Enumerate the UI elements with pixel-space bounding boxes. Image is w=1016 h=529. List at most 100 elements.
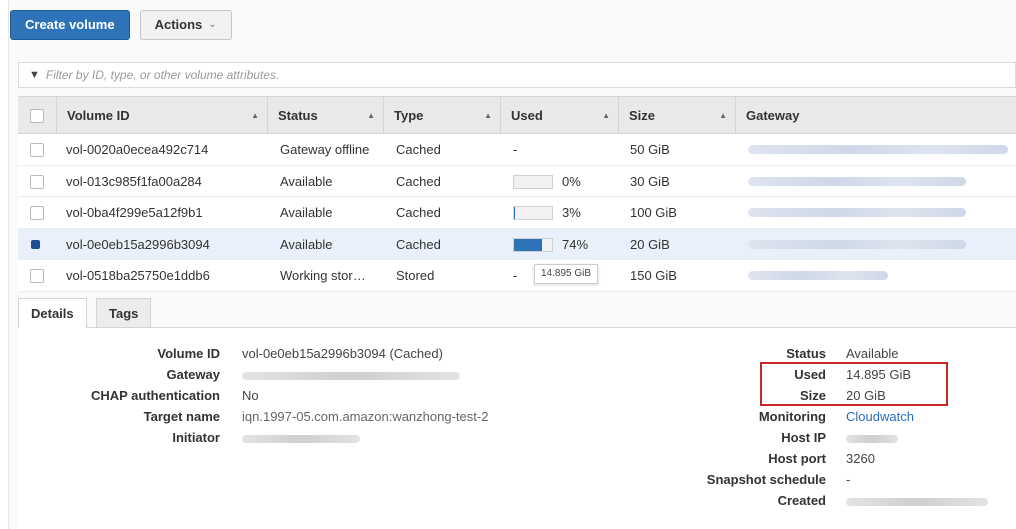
volume-type: Cached [396,142,441,157]
sort-icon: ▲ [719,111,727,120]
status-value: Available [846,346,899,361]
used-progress-bar [513,237,553,252]
col-status[interactable]: Status ▲ [267,97,383,135]
volume-id: vol-0e0eb15a2996b3094 [66,236,210,252]
volume-id: vol-0ba4f299e5a12f9b1 [66,205,203,220]
volume-type: Stored [396,268,435,283]
cloudwatch-link[interactable]: Cloudwatch [846,409,914,424]
used-tooltip: 14.895 GiB [534,264,599,284]
volume-size: 150 GiB [630,268,677,283]
sort-icon: ▲ [367,111,375,120]
table-row[interactable]: vol-013c985f1fa00a284 Available Cached 0… [18,165,1016,197]
select-all-checkbox[interactable] [30,109,44,123]
volume-status: Gateway offline [280,142,370,157]
used-text: - [513,268,518,283]
volume-type: Cached [396,173,441,189]
created-label: Created [777,493,826,508]
gateway-redacted [748,271,888,280]
col-type-label: Type [394,108,424,123]
chevron-down-icon: ⌄ [208,19,217,30]
row-checkbox[interactable] [30,206,44,220]
sort-icon: ▲ [484,111,492,120]
used-text: - [513,142,518,157]
details-panel: Volume ID vol-0e0eb15a2996b3094 (Cached)… [18,328,1016,529]
created-redacted [846,498,988,506]
filter-placeholder: Filter by ID, type, or other volume attr… [45,68,280,82]
col-volume-id[interactable]: Volume ID ▲ [56,97,267,135]
col-volume-id-label: Volume ID [67,108,130,123]
row-checkbox[interactable] [30,269,44,283]
col-used-label: Used [511,108,543,123]
volume-id: vol-013c985f1fa00a284 [66,173,202,189]
target-name-value: iqn.1997-05.com.amazon:wanzhong-test-2 [242,409,489,424]
host-port-value: 3260 [846,451,875,466]
status-label: Status [786,346,826,361]
volume-size: 30 GiB [630,173,670,189]
volume-status: Available [280,205,333,220]
used-text: 0% [562,173,581,189]
volume-status: Available [280,236,333,252]
chap-label: CHAP authentication [90,388,220,403]
initiator-label: Initiator [172,430,220,445]
volume-status: Available [280,173,333,189]
row-selected-indicator[interactable] [31,239,40,249]
volume-size: 50 GiB [630,142,670,157]
create-volume-button[interactable]: Create volume [10,10,130,40]
actions-label: Actions [154,17,203,32]
host-port-label: Host port [768,451,826,466]
detail-tabs: Details Tags [18,298,1016,329]
used-progress-bar [513,206,553,220]
initiator-value-redacted [242,435,360,443]
volume-status: Working stor… [280,268,366,283]
used-text: 3% [562,205,581,220]
gateway-label: Gateway [166,367,220,382]
volume-id-label: Volume ID [157,346,220,361]
tab-tags[interactable]: Tags [96,298,152,328]
snapshot-schedule-label: Snapshot schedule [706,472,826,487]
volumes-table: Volume ID ▲ Status ▲ Type ▲ Used ▲ Size … [18,96,1016,292]
monitoring-label: Monitoring [758,409,826,424]
table-body: vol-0020a0ecea492c714 Gateway offline Ca… [18,134,1016,292]
host-ip-label: Host IP [781,430,826,445]
volume-id-value: vol-0e0eb15a2996b3094 (Cached) [242,346,443,361]
sort-icon: ▲ [602,111,610,120]
table-row[interactable]: vol-0020a0ecea492c714 Gateway offline Ca… [18,134,1016,166]
row-checkbox[interactable] [30,174,44,189]
highlight-box [760,362,948,406]
col-gateway[interactable]: Gateway [735,97,1016,135]
row-checkbox[interactable] [30,143,44,157]
table-row-selected[interactable]: vol-0e0eb15a2996b3094 Available Cached 7… [18,228,1016,260]
col-gateway-label: Gateway [746,108,800,123]
host-ip-redacted [846,435,898,443]
gateway-redacted [748,239,966,249]
filter-input[interactable]: ▼ Filter by ID, type, or other volume at… [18,62,1016,88]
tab-details[interactable]: Details [18,298,87,329]
gateway-redacted [748,176,966,186]
target-name-label: Target name [143,409,220,424]
volume-type: Cached [396,236,441,252]
table-row[interactable]: vol-0518ba25750e1ddb6 Working stor… Stor… [18,260,1016,292]
col-size-label: Size [629,108,656,123]
col-used[interactable]: Used ▲ [500,97,618,135]
used-progress-fill [514,238,543,251]
volume-id: vol-0518ba25750e1ddb6 [66,268,210,283]
actions-dropdown[interactable]: Actions ⌄ [139,10,232,40]
gateway-redacted [748,208,966,217]
used-progress-fill [514,207,516,219]
gateway-redacted [748,145,1008,154]
table-row[interactable]: vol-0ba4f299e5a12f9b1 Available Cached 3… [18,197,1016,229]
filter-icon: ▼ [29,69,40,81]
volume-type: Cached [396,205,441,220]
volume-id: vol-0020a0ecea492c714 [66,142,209,157]
toolbar: Create volume Actions ⌄ [10,10,232,40]
gateway-value-redacted [242,372,460,380]
col-type[interactable]: Type ▲ [383,97,500,135]
col-size[interactable]: Size ▲ [618,97,735,135]
volume-size: 100 GiB [630,205,677,220]
table-header: Volume ID ▲ Status ▲ Type ▲ Used ▲ Size … [18,96,1016,135]
col-status-label: Status [278,108,318,123]
used-progress-bar [513,174,553,189]
snapshot-schedule-value: - [846,472,851,487]
chap-value: No [242,388,259,403]
volume-size: 20 GiB [630,236,670,252]
